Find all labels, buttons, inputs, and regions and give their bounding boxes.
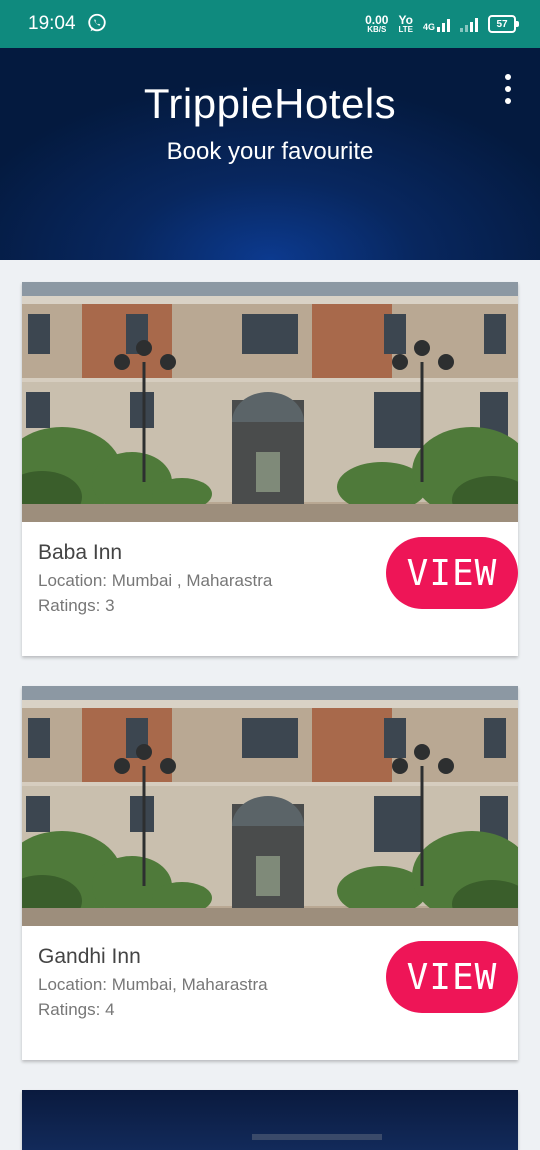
hotel-location: Location: Mumbai , Maharastra <box>38 571 273 590</box>
app-title: TrippieHotels <box>143 80 397 127</box>
view-button[interactable]: VIEW <box>386 537 518 609</box>
hotel-name: Gandhi Inn <box>38 945 141 968</box>
signal-icon <box>437 16 450 32</box>
app-subtitle: Book your favourite <box>166 138 374 165</box>
more-vert-icon[interactable] <box>502 74 514 104</box>
status-bar: 19:04 0.00 KB/S Yo LTE 4G 57 <box>0 0 540 48</box>
hotel-photo <box>252 1134 382 1140</box>
hotel-card[interactable]: Baba Inn Location: Mumbai , Maharastra R… <box>22 282 518 656</box>
hotel-name: Baba Inn <box>38 541 123 564</box>
signal-icon <box>460 16 478 32</box>
mobile-data-indicator: 4G <box>423 16 450 32</box>
hotel-location: Location: Mumbai, Maharastra <box>38 975 268 994</box>
hotel-rating: Ratings: 4 <box>38 1000 115 1019</box>
battery-icon: 57 <box>488 15 519 33</box>
hotel-photo <box>22 686 518 926</box>
network-speed: 0.00 KB/S <box>365 13 389 34</box>
app-header: TrippieHotels Book your favourite <box>0 48 540 260</box>
hotel-photo <box>22 282 518 522</box>
status-time: 19:04 <box>28 13 76 34</box>
hotel-card[interactable]: Gandhi Inn Location: Mumbai, Maharastra … <box>22 686 518 1060</box>
whatsapp-icon <box>88 13 106 32</box>
hotel-rating: Ratings: 3 <box>38 596 115 615</box>
volte-indicator: Yo LTE <box>398 13 413 34</box>
view-button[interactable]: VIEW <box>386 941 518 1013</box>
hotel-card[interactable] <box>22 1090 518 1150</box>
